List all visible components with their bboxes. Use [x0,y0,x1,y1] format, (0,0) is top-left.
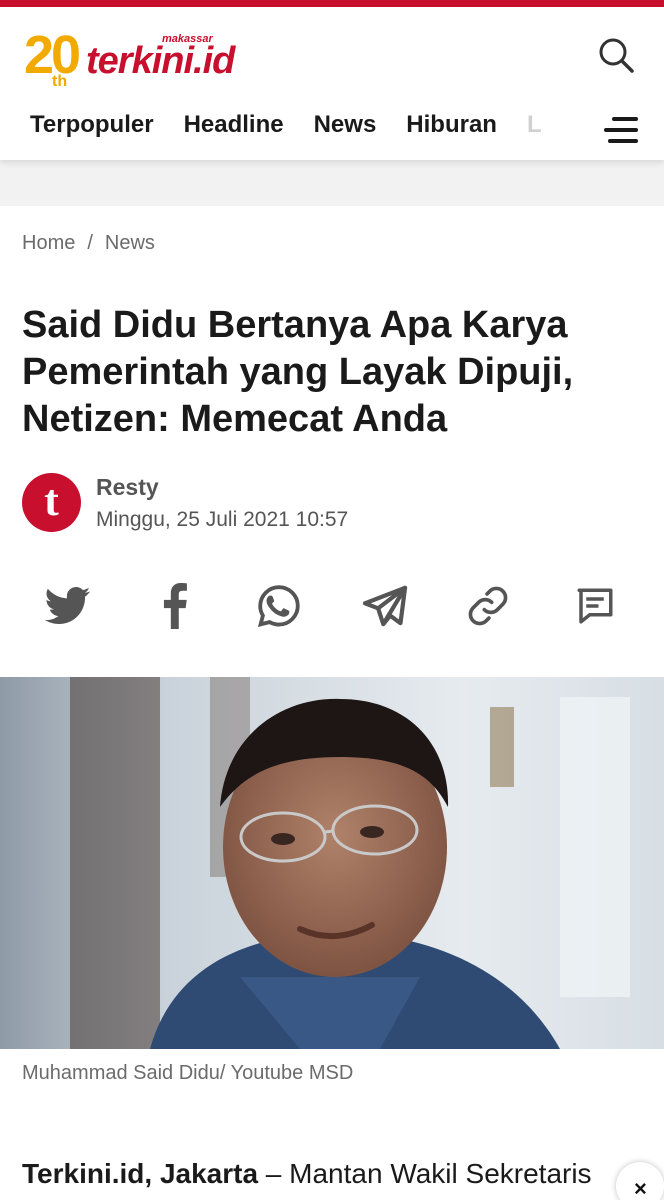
hamburger-menu-icon[interactable] [604,117,638,143]
telegram-icon [362,585,408,627]
twitter-icon [45,587,91,625]
site-header: 20 th makassar terkini.id Terpopuler Head… [0,7,664,160]
nav-item-terpopuler[interactable]: Terpopuler [30,107,154,143]
share-facebook-button[interactable] [147,578,203,634]
share-copy-link-button[interactable] [460,578,516,634]
image-caption: Muhammad Said Didu/ Youtube MSD [22,1062,354,1084]
search-button[interactable] [596,35,636,75]
nav-item-headline[interactable]: Headline [184,107,284,143]
article-hero-image [0,677,664,1049]
breadcrumb: Home / News [22,232,155,255]
whatsapp-icon [257,585,300,628]
search-icon [599,38,634,73]
link-icon [468,586,508,626]
top-accent-strip [0,0,664,7]
lead-text: – Mantan Wakil Sekretaris [258,1158,592,1189]
close-icon: × [634,1176,647,1200]
nav-item-news[interactable]: News [314,107,377,143]
comment-icon [577,588,613,624]
logo-wordmark: terkini.id [86,40,235,82]
breadcrumb-separator: / [87,232,93,254]
comment-button[interactable] [567,578,623,634]
author-avatar: t [22,473,81,532]
category-nav: Terpopuler Headline News Hiburan L [30,107,586,143]
author-block: t Resty Minggu, 25 Juli 2021 10:57 [22,472,522,534]
breadcrumb-home-link[interactable]: Home [22,232,75,254]
nav-item-hiburan[interactable]: Hiburan [406,107,497,143]
breadcrumb-news-link[interactable]: News [105,232,155,254]
logo-anniversary-suffix: th [52,73,68,90]
nav-item-truncated[interactable]: L [527,107,542,143]
share-whatsapp-button[interactable] [251,578,307,634]
publish-date: Minggu, 25 Juli 2021 10:57 [96,508,349,531]
ad-close-button[interactable]: × [616,1162,664,1200]
share-bar [0,578,664,634]
article-lead-paragraph: Terkini.id, Jakarta – Mantan Wakil Sekre… [22,1154,622,1194]
ad-placeholder-band [0,160,664,206]
article-title: Said Didu Bertanya Apa Karya Pemerintah … [22,304,574,440]
author-name[interactable]: Resty [96,474,159,501]
lead-source: Terkini.id, Jakarta [22,1158,259,1189]
facebook-icon [163,583,187,629]
share-twitter-button[interactable] [40,578,96,634]
share-telegram-button[interactable] [357,578,413,634]
site-logo[interactable]: 20 th makassar terkini.id [24,25,264,95]
